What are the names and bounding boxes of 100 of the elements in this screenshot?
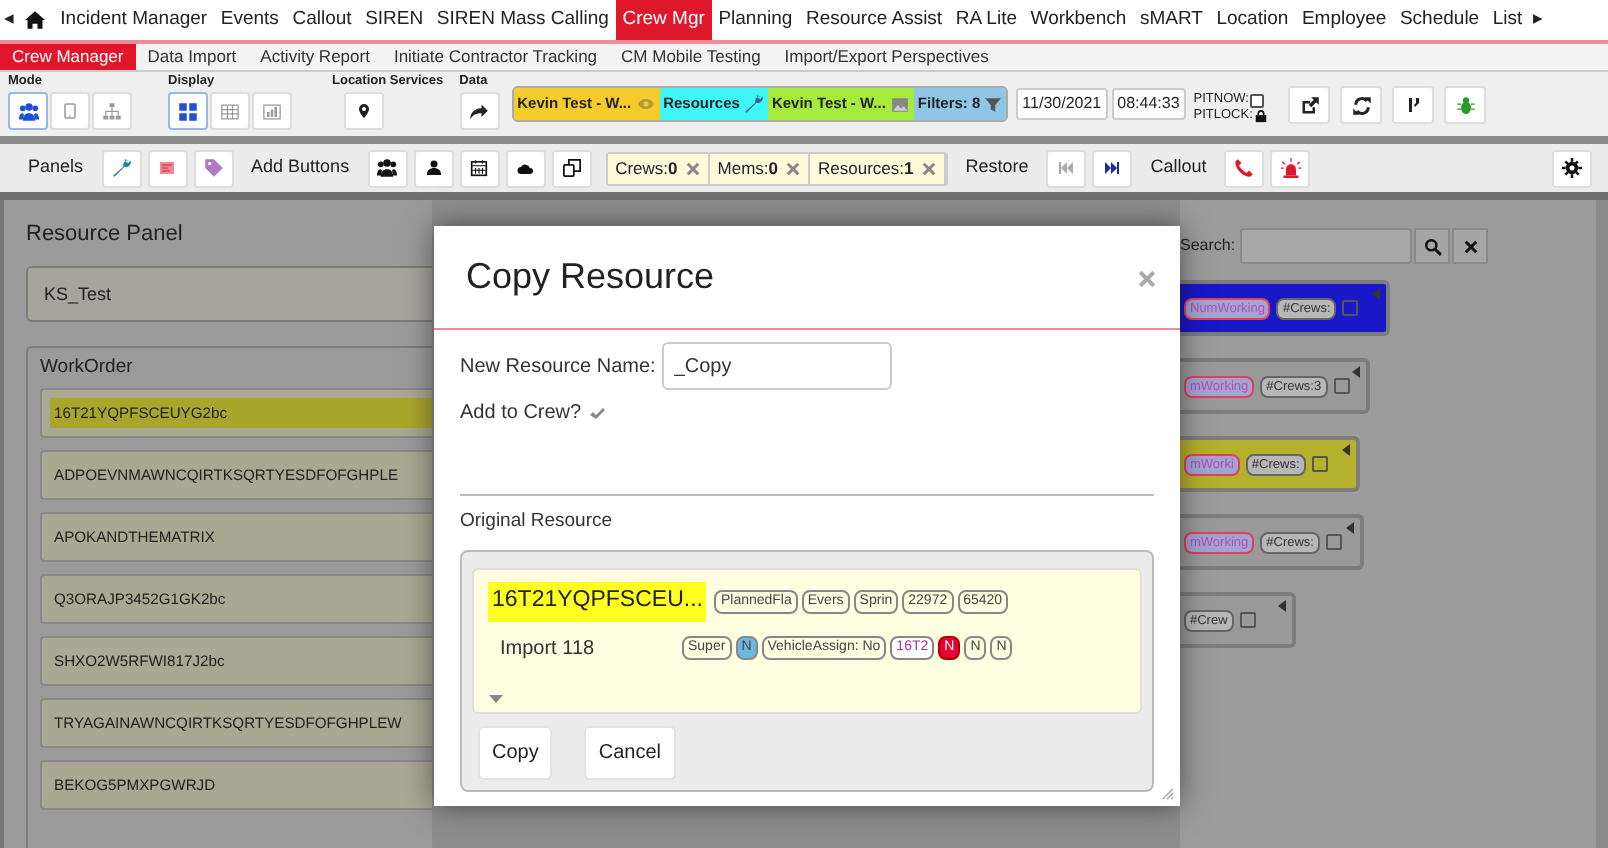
sub-nav-tab[interactable]: Import/Export Perspectives [772, 44, 1001, 70]
close-icon [1463, 239, 1477, 253]
grid-icon [178, 101, 198, 121]
collapse-icon[interactable] [1346, 522, 1354, 534]
scroll-right-button[interactable]: ▸ [1529, 0, 1548, 40]
wrench-icon [743, 94, 764, 114]
crew-mode-button[interactable] [8, 92, 48, 130]
nav-tab[interactable]: RA Lite [948, 0, 1024, 40]
add-crew-button[interactable] [367, 149, 408, 187]
fork-button[interactable] [1392, 86, 1435, 124]
counter-chip[interactable]: Mems:0 [709, 153, 810, 183]
search-label: Search: [1180, 234, 1238, 258]
wrench-panel-button[interactable] [101, 149, 142, 187]
nav-tab[interactable]: SIREN [358, 0, 430, 40]
counter-chip[interactable]: Resources:1 [810, 153, 946, 183]
tag-icon [203, 158, 224, 178]
search-button[interactable] [1414, 228, 1450, 264]
user-icon [425, 158, 442, 178]
nav-tab[interactable]: Resource Assist [799, 0, 949, 40]
collapse-icon[interactable] [1278, 600, 1286, 612]
collapse-icon[interactable] [1342, 444, 1350, 456]
nav-tab[interactable]: Schedule [1393, 0, 1486, 40]
search-field[interactable] [1240, 228, 1412, 264]
location-button[interactable] [344, 92, 384, 130]
hierarchy-mode-button[interactable] [92, 92, 132, 130]
cancel-button[interactable]: Cancel [584, 726, 675, 781]
share-button[interactable] [459, 92, 500, 130]
nav-tab[interactable]: Planning [711, 0, 800, 40]
resize-grip-icon [1160, 786, 1174, 800]
name-input[interactable]: _Copy [661, 342, 892, 390]
add-calendar-button[interactable] [459, 149, 500, 187]
crew-checkbox[interactable] [1333, 378, 1350, 394]
panel-title: Resource Panel [26, 220, 185, 250]
sub-nav-tab[interactable]: CM Mobile Testing [609, 44, 773, 70]
crew-checkbox[interactable] [1325, 534, 1342, 550]
add-weather-button[interactable] [505, 149, 546, 187]
sub-nav-tab[interactable]: Activity Report [248, 44, 382, 70]
settings-icon [1562, 158, 1582, 178]
alarm-button[interactable] [1270, 149, 1311, 187]
home-icon [24, 10, 47, 30]
collapse-icon[interactable] [1352, 366, 1360, 378]
nav-tab[interactable]: SIREN Mass Calling [430, 0, 616, 40]
hierarchy-icon [102, 101, 122, 121]
share-arrow-icon [468, 101, 491, 121]
tag-panel-button[interactable] [193, 149, 234, 187]
add-buttons-label: Add Buttons [251, 154, 350, 181]
refresh-button[interactable] [1340, 86, 1383, 124]
nav-tab[interactable]: Incident Manager [53, 0, 214, 40]
scroll-left-button[interactable]: ◂ [0, 0, 18, 40]
last-button[interactable] [1092, 149, 1133, 187]
add-member-button[interactable] [413, 149, 454, 187]
grid-view-button[interactable] [168, 92, 208, 130]
nav-tab[interactable]: Workbench [1023, 0, 1134, 40]
nav-tab[interactable]: Crew Mgr [615, 0, 712, 40]
settings-button[interactable] [1552, 149, 1592, 187]
table-view-button[interactable] [210, 92, 250, 130]
nav-tab[interactable]: sMART [1133, 0, 1210, 40]
cloud-icon [514, 160, 537, 176]
call-button[interactable] [1224, 149, 1265, 187]
original-resource-label: Original Resource [460, 508, 615, 536]
close-icon [685, 161, 700, 175]
caret-down-icon[interactable] [488, 693, 504, 704]
wrench-icon [111, 158, 132, 178]
external-link-button[interactable] [1288, 86, 1331, 124]
crew-checkbox[interactable] [1311, 456, 1328, 472]
crew-checkbox[interactable] [1342, 300, 1359, 316]
eye-icon [635, 96, 656, 112]
counter-chip[interactable]: Crews:0 [607, 153, 710, 183]
restore-label: Restore [965, 154, 1029, 181]
copy-resource-button[interactable] [551, 149, 592, 187]
panels-label: Panels [28, 154, 84, 181]
nav-tab[interactable]: Callout [285, 0, 359, 40]
filter-icon [984, 95, 1003, 113]
date-field[interactable]: 11/30/2021 [1016, 88, 1108, 120]
crew-checkbox[interactable] [1239, 612, 1256, 628]
nav-tab[interactable]: List [1485, 0, 1530, 40]
group-row[interactable]: KS_Test [26, 265, 432, 321]
resource-subtitle: Import 118 [498, 635, 597, 663]
pitnow-checkbox[interactable] [1250, 93, 1265, 107]
nav-tab[interactable]: Location [1209, 0, 1296, 40]
section-title: WorkOrder [40, 353, 135, 381]
search-icon [1423, 237, 1441, 255]
sub-nav-tab[interactable]: Initiate Contractor Tracking [381, 44, 610, 70]
tablet-icon [62, 100, 78, 122]
fork-icon [1405, 94, 1422, 116]
table-icon [220, 101, 240, 121]
list-panel-button[interactable] [147, 149, 188, 187]
map-marker-icon [356, 100, 372, 122]
image-icon [889, 95, 910, 113]
close-icon [786, 161, 800, 175]
nav-tab[interactable]: Events [213, 0, 286, 40]
close-icon [1138, 269, 1156, 288]
clear-button[interactable] [1452, 228, 1488, 264]
nav-tab[interactable]: Employee [1295, 0, 1394, 40]
sub-nav-tab[interactable]: Data Import [135, 44, 249, 70]
bug-button[interactable] [1444, 86, 1487, 124]
time-field[interactable]: 08:44:33 [1111, 88, 1186, 120]
chart-view-button[interactable] [252, 92, 292, 130]
sub-nav-tab[interactable]: Crew Manager [0, 44, 136, 70]
copy-button[interactable]: Copy [478, 726, 553, 781]
